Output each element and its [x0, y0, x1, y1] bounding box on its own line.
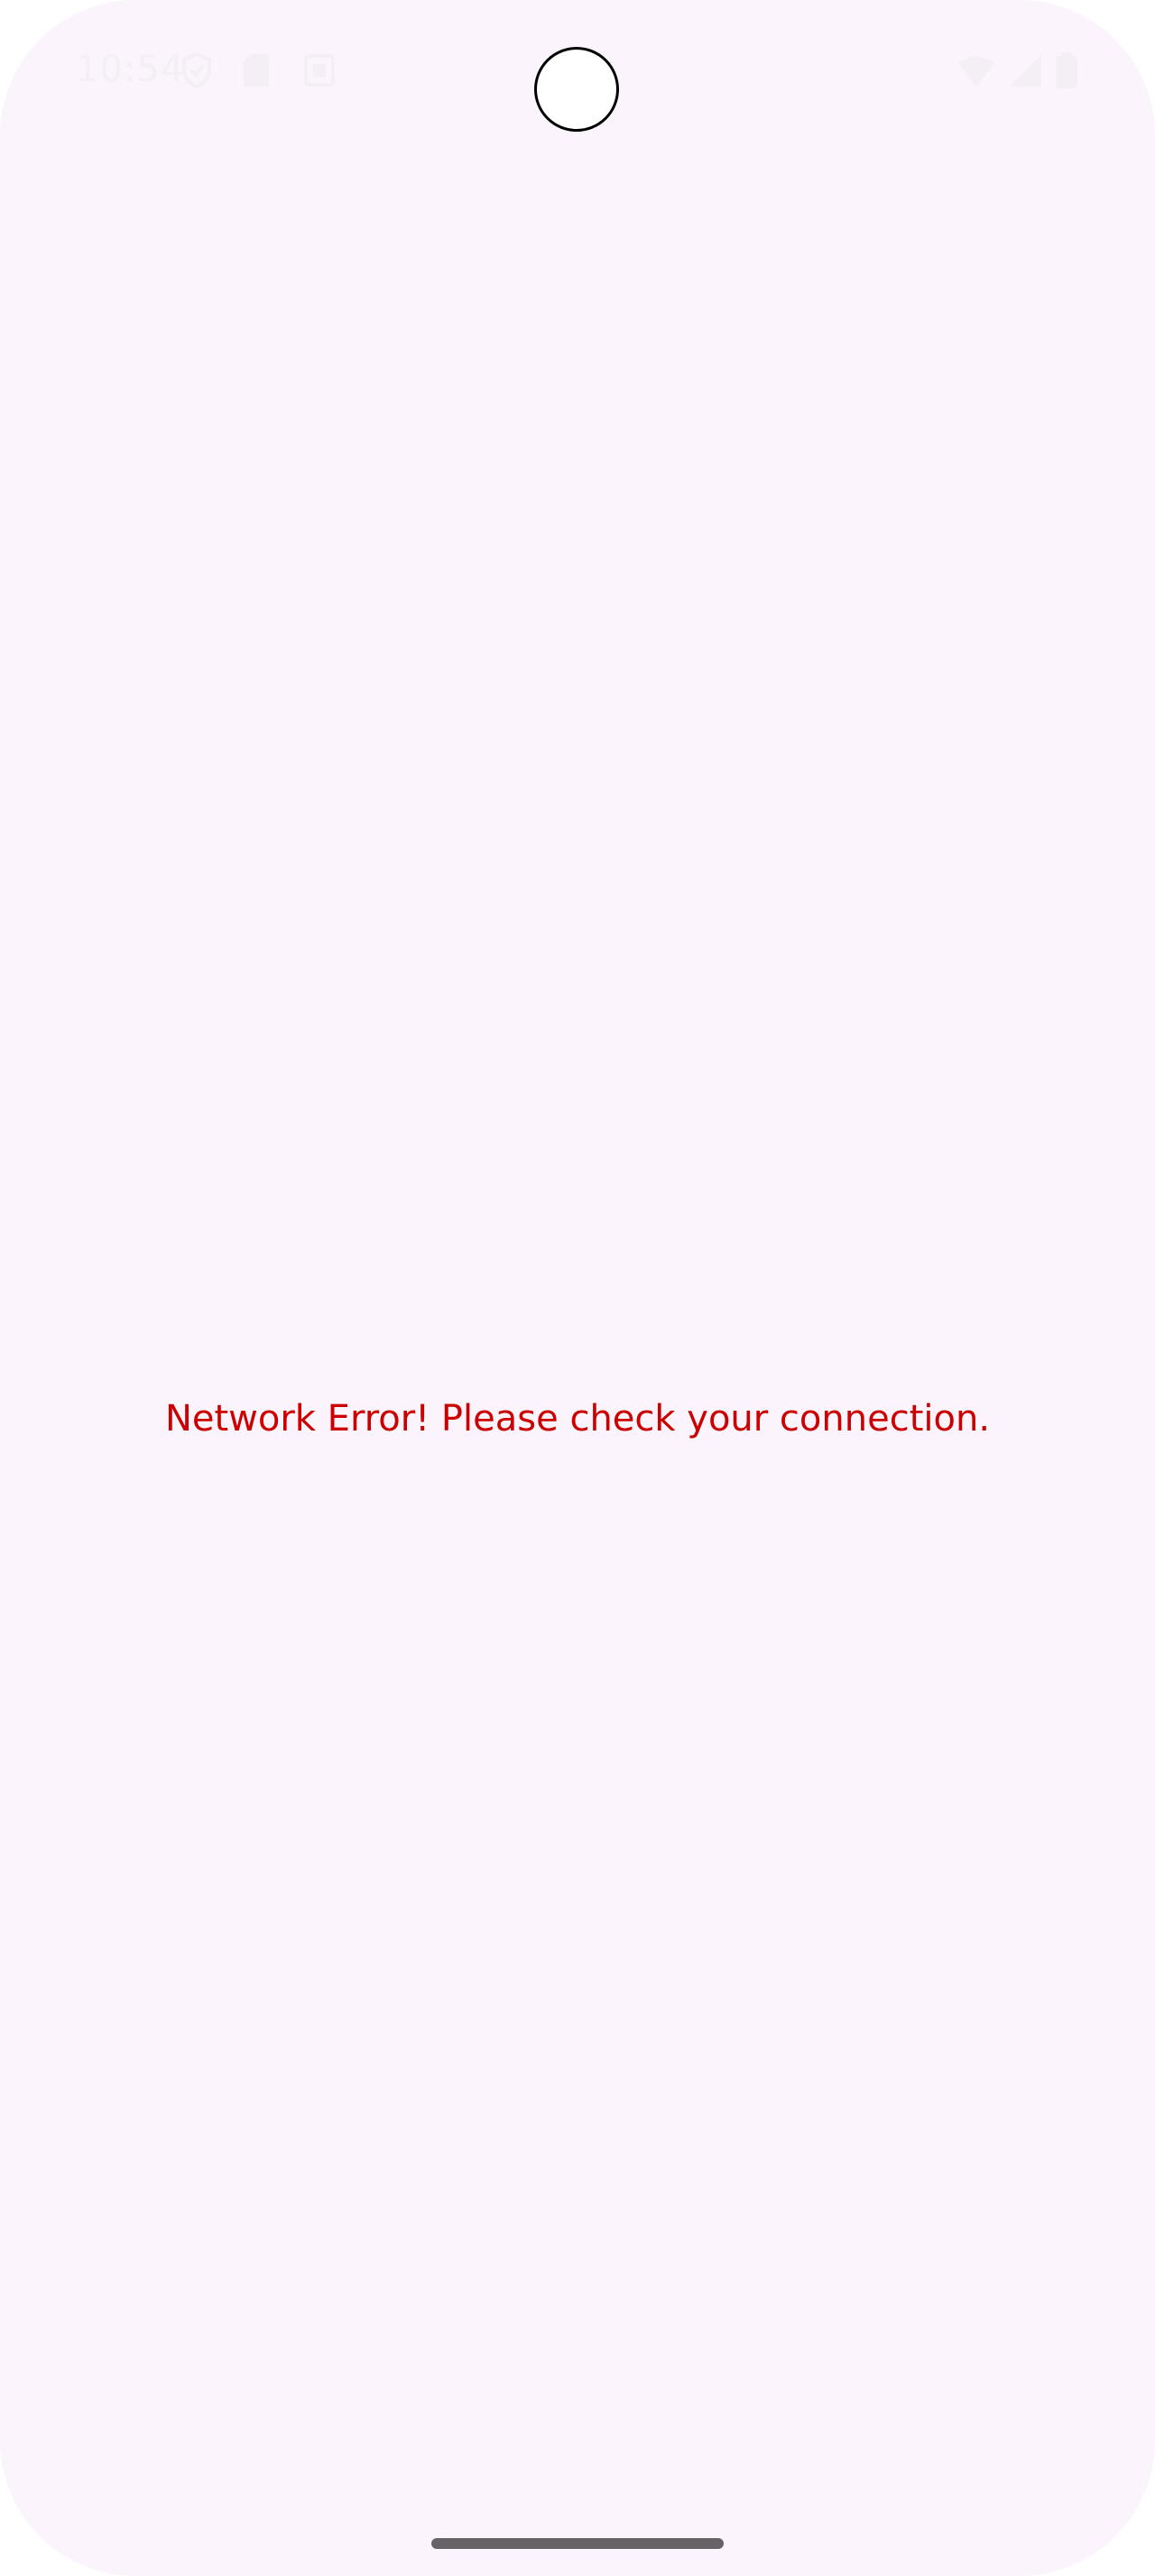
sd-card-icon	[242, 52, 271, 87]
signal-icon	[1007, 52, 1043, 87]
battery-icon	[1054, 52, 1079, 88]
square-notification-icon	[303, 52, 336, 87]
network-error-message: Network Error! Please check your connect…	[164, 1398, 991, 1440]
shield-icon	[180, 51, 213, 89]
status-time: 10:54	[76, 49, 185, 90]
status-bar: 10:54	[0, 0, 1155, 135]
app-screen: 10:54 Network Error! Please check your c…	[0, 0, 1155, 2576]
wifi-icon	[956, 52, 996, 87]
front-camera	[534, 47, 619, 132]
main-content: Network Error! Please check your connect…	[0, 135, 1155, 2486]
home-gesture-bar[interactable]	[431, 2538, 724, 2549]
